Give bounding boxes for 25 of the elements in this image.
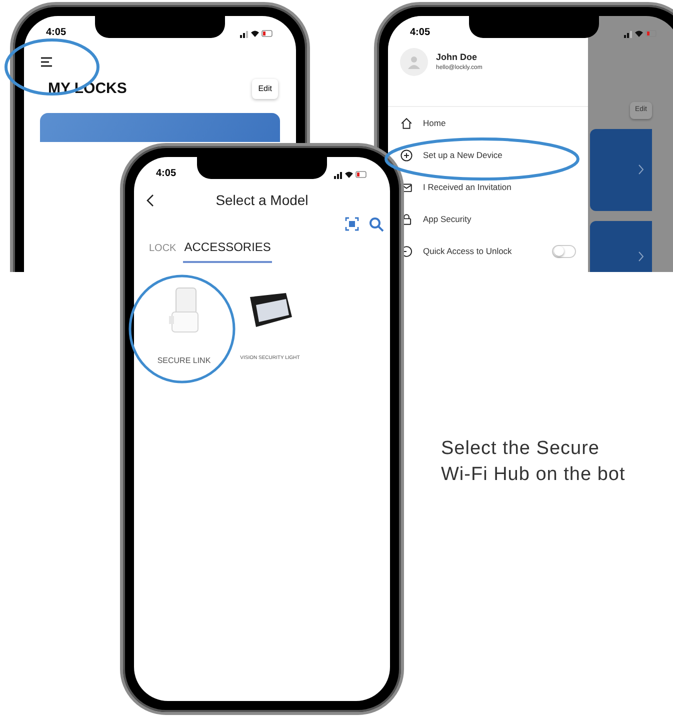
- chevron-right-icon: [638, 250, 644, 262]
- tab[interactable]: ACCESSORIES: [183, 238, 272, 263]
- status-time: 4:05: [156, 169, 176, 179]
- caption-line: Wi-Fi Hub on the bot: [441, 463, 626, 487]
- status-time: 4:05: [46, 28, 66, 38]
- toggle-switch[interactable]: [552, 244, 576, 258]
- status-icons: [334, 170, 368, 178]
- home-icon: [400, 116, 413, 130]
- plus-circle-icon: [400, 148, 413, 162]
- lock-card[interactable]: [40, 112, 280, 142]
- avatar-icon: [400, 48, 428, 76]
- caption-line: Select the Secure: [441, 437, 600, 461]
- back-icon[interactable]: [146, 194, 154, 206]
- screen-title: Select a Model: [216, 190, 308, 210]
- status-icons: [240, 28, 274, 38]
- user-name: John Doe: [436, 50, 478, 64]
- edit-button[interactable]: Edit: [252, 79, 278, 100]
- status-icons: [624, 28, 658, 38]
- chevron-right-icon: [638, 164, 644, 175]
- status-time: 4:05: [410, 28, 430, 38]
- menu-item[interactable]: Home: [400, 115, 576, 131]
- search-icon[interactable]: [369, 217, 384, 232]
- menu-icon[interactable]: [40, 56, 54, 68]
- scan-icon[interactable]: [345, 217, 359, 231]
- tab[interactable]: LOCK: [148, 241, 178, 263]
